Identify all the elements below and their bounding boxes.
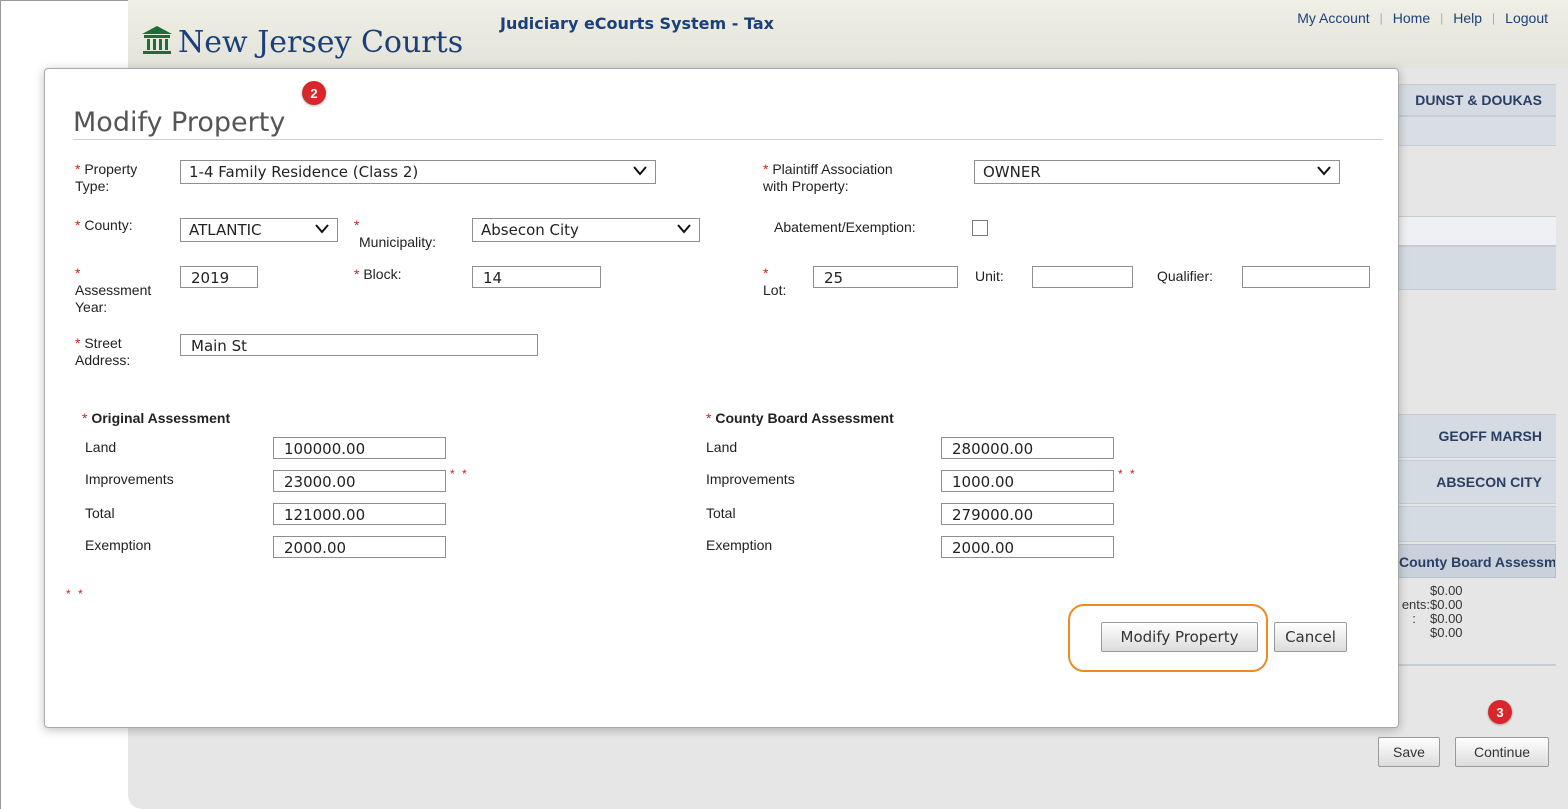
save-button[interactable]: Save [1378, 737, 1440, 767]
value-row: : $0.00 [1412, 611, 1463, 626]
bg-band [1398, 506, 1556, 542]
plaintiff-association-label: * Plaintiff Association with Property: [763, 161, 893, 194]
system-title: Judiciary eCourts System - Tax [500, 14, 774, 33]
original-land-input[interactable]: 100000.00 [273, 437, 446, 459]
chevron-down-icon [633, 166, 647, 176]
top-nav: My Account | Home | Help | Logout [1287, 10, 1558, 26]
link-my-account[interactable]: My Account [1287, 10, 1379, 26]
link-logout[interactable]: Logout [1495, 10, 1558, 26]
municipality-name: ABSECON CITY [1436, 474, 1542, 490]
assessment-year-input[interactable]: 2019 [180, 266, 258, 288]
step-badge-3: 3 [1488, 700, 1512, 724]
street-address-label: * Street Address: [75, 335, 131, 368]
property-type-label: * Property Type: [75, 161, 138, 194]
required-note-mark: * * [1118, 467, 1137, 481]
bg-band [1398, 116, 1556, 146]
courthouse-icon [142, 26, 172, 54]
assessment-year-label: * Assessment Year: [75, 265, 152, 315]
bg-band [1398, 246, 1556, 290]
firm-band: DUNST & DOUKAS [1398, 84, 1556, 116]
bg-band [1398, 216, 1556, 246]
county-improvements-label: Improvements [706, 471, 795, 487]
required-note-mark: * * [450, 467, 469, 481]
original-exemption-input[interactable]: 2000.00 [273, 536, 446, 558]
unit-input[interactable] [1032, 266, 1133, 288]
person-name: GEOFF MARSH [1438, 428, 1542, 444]
modify-property-button[interactable]: Modify Property [1101, 622, 1258, 652]
assessment-header: County Board Assessment [1398, 544, 1556, 578]
divider [1398, 664, 1556, 666]
original-improvements-input[interactable]: 23000.00 [273, 470, 446, 492]
block-input[interactable]: 14 [472, 266, 601, 288]
value-row: $0.00 [1430, 583, 1463, 598]
municipality-select[interactable]: Absecon City [472, 218, 700, 242]
value-row: ents:$0.00 [1401, 597, 1463, 612]
county-board-assessment-title: * County Board Assessment [706, 410, 894, 426]
property-type-select[interactable]: 1-4 Family Residence (Class 2) [180, 160, 656, 184]
cancel-button[interactable]: Cancel [1274, 622, 1347, 652]
block-label: * Block: [354, 266, 402, 282]
qualifier-input[interactable] [1242, 266, 1370, 288]
county-exemption-label: Exemption [706, 537, 773, 553]
value-row: $0.00 [1430, 625, 1463, 640]
step-badge-2: 2 [302, 81, 326, 105]
original-improvements-label: Improvements [85, 471, 174, 487]
logo: New Jersey Courts [140, 24, 463, 58]
lot-label: * Lot: [763, 265, 787, 298]
municipality-label: * Municipality: [354, 217, 437, 250]
dialog-title: Modify Property [73, 107, 286, 138]
original-assessment-title: * Original Assessment [82, 410, 231, 426]
logo-text: New Jersey Courts [178, 25, 464, 60]
plaintiff-association-select[interactable]: OWNER [974, 160, 1340, 184]
abatement-checkbox[interactable] [972, 220, 988, 236]
link-help[interactable]: Help [1443, 10, 1492, 26]
county-total-label: Total [706, 505, 736, 521]
county-improvements-input[interactable]: 1000.00 [941, 470, 1114, 492]
county-label: * County: [75, 217, 133, 233]
link-home[interactable]: Home [1383, 10, 1440, 26]
modify-property-dialog: 2 Modify Property * Property Type: 1-4 F… [44, 68, 1399, 728]
title-divider [73, 139, 1383, 140]
abatement-label: Abatement/Exemption: [774, 219, 916, 235]
original-land-label: Land [85, 439, 117, 455]
county-select[interactable]: ATLANTIC [180, 218, 338, 242]
footnote-mark: * * [66, 587, 85, 601]
qualifier-label: Qualifier: [1157, 268, 1214, 284]
firm-name: DUNST & DOUKAS [1415, 92, 1542, 108]
lot-input[interactable]: 25 [813, 266, 958, 288]
chevron-down-icon [315, 224, 329, 234]
person-band: GEOFF MARSH [1398, 414, 1556, 458]
original-exemption-label: Exemption [85, 537, 152, 553]
county-land-input[interactable]: 280000.00 [941, 437, 1114, 459]
county-land-label: Land [706, 439, 738, 455]
county-exemption-input[interactable]: 2000.00 [941, 536, 1114, 558]
chevron-down-icon [1317, 166, 1331, 176]
assessment-values: $0.00 ents:$0.00 : $0.00 $0.00 [1398, 584, 1556, 640]
chevron-down-icon [677, 224, 691, 234]
unit-label: Unit: [975, 268, 1004, 284]
street-address-input[interactable]: Main St [180, 334, 538, 356]
municipality-band: ABSECON CITY [1398, 460, 1556, 504]
original-total-input[interactable]: 121000.00 [273, 503, 446, 525]
county-total-input[interactable]: 279000.00 [941, 503, 1114, 525]
continue-button[interactable]: Continue [1455, 737, 1549, 767]
original-total-label: Total [85, 505, 115, 521]
